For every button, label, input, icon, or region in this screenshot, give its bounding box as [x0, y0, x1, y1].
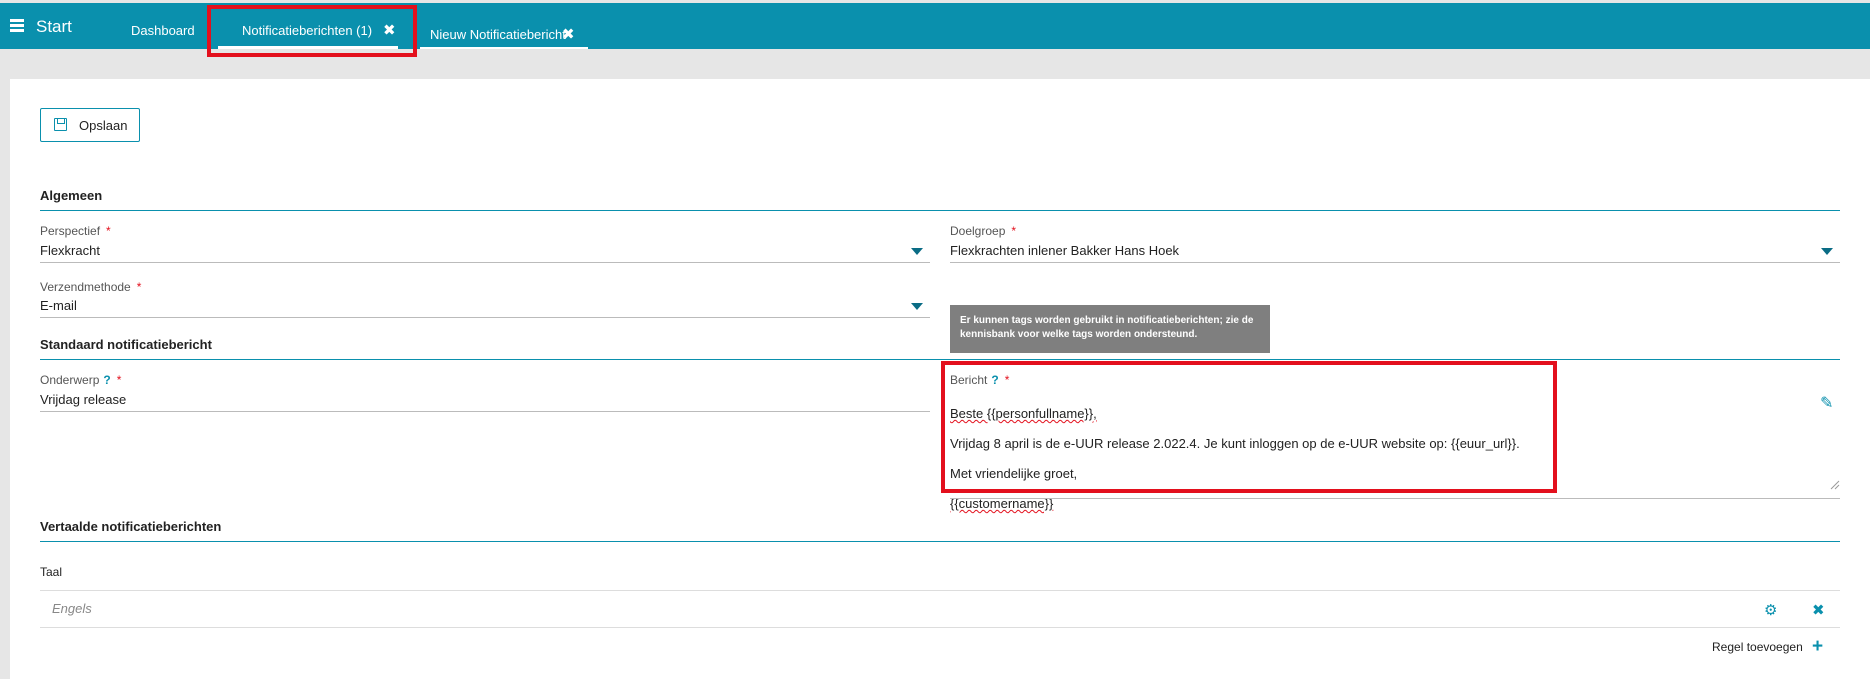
- save-button[interactable]: Opslaan: [40, 108, 140, 142]
- field-underline: [950, 262, 1840, 263]
- floppy-disk-icon: [54, 118, 67, 131]
- section-divider: [40, 359, 1840, 360]
- section-title-standard: Standaard notificatiebericht: [40, 337, 212, 352]
- field-underline: [950, 498, 1840, 499]
- tags-tooltip: Er kunnen tags worden gebruikt in notifi…: [950, 305, 1270, 353]
- field-underline: [40, 262, 930, 263]
- form-panel: [10, 79, 1870, 679]
- close-icon[interactable]: ✖: [1812, 601, 1825, 619]
- target-group-select[interactable]: Flexkrachten inlener Bakker Hans Hoek: [950, 243, 1179, 258]
- tab-dashboard[interactable]: Dashboard: [131, 23, 195, 38]
- chevron-down-icon[interactable]: [911, 303, 923, 310]
- resize-handle-icon[interactable]: [1830, 480, 1840, 490]
- field-underline: [40, 317, 930, 318]
- help-icon[interactable]: ?: [103, 373, 110, 387]
- pencil-icon[interactable]: ✎: [1820, 393, 1833, 413]
- send-method-label: Verzendmethode *: [40, 280, 142, 294]
- section-title-translated: Vertaalde notificatieberichten: [40, 519, 222, 534]
- start-link[interactable]: Start: [36, 17, 72, 37]
- highlight-box-message: [941, 361, 1557, 493]
- tab-nieuw-notificatiebericht[interactable]: Nieuw Notificatiebericht ✖: [420, 9, 588, 49]
- table-divider: [40, 627, 1840, 628]
- table-divider: [40, 590, 1840, 591]
- close-icon[interactable]: ✖: [562, 25, 575, 43]
- field-underline: [40, 411, 930, 412]
- cogs-icon[interactable]: ⚙: [1764, 601, 1777, 619]
- section-divider: [40, 541, 1840, 542]
- perspective-label: Perspectief *: [40, 224, 111, 238]
- tab-label: Nieuw Notificatiebericht: [430, 27, 566, 42]
- section-divider: [40, 210, 1840, 211]
- subject-label: Onderwerp? *: [40, 373, 122, 387]
- table-row-language[interactable]: Engels: [52, 601, 92, 616]
- subject-input[interactable]: Vrijdag release: [40, 392, 126, 407]
- menu-icon[interactable]: [10, 19, 24, 32]
- chevron-down-icon[interactable]: [1821, 248, 1833, 255]
- highlight-box-tab: [207, 5, 417, 57]
- send-method-select[interactable]: E-mail: [40, 298, 77, 313]
- perspective-select[interactable]: Flexkracht: [40, 243, 100, 258]
- plus-icon[interactable]: +: [1812, 636, 1823, 658]
- target-group-label: Doelgroep *: [950, 224, 1017, 238]
- chevron-down-icon[interactable]: [911, 248, 923, 255]
- add-rule-link[interactable]: Regel toevoegen: [1712, 640, 1803, 654]
- column-header-language: Taal: [40, 565, 63, 579]
- save-button-label: Opslaan: [79, 118, 128, 133]
- section-title-general: Algemeen: [40, 188, 103, 203]
